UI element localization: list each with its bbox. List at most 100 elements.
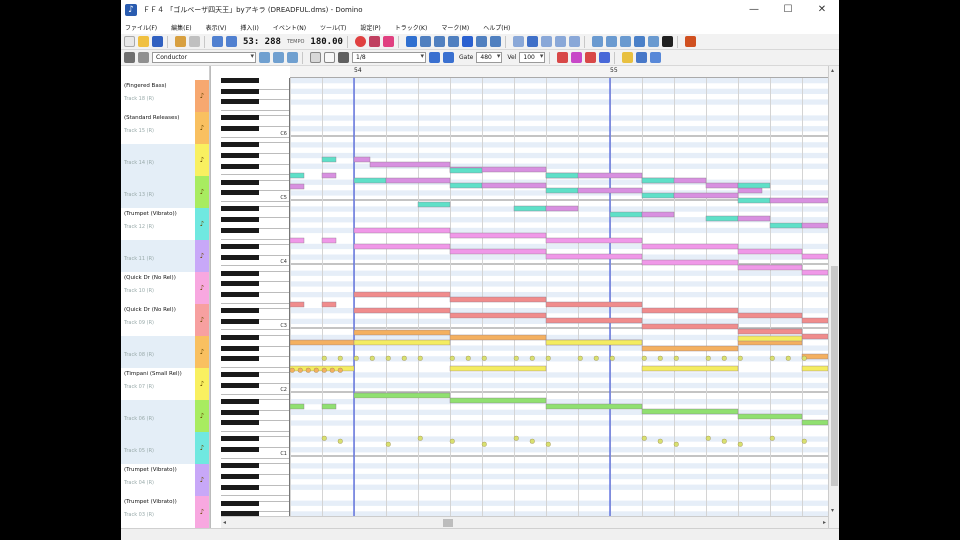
- track-list-item[interactable]: (Standard Releases) Track 15 (R) ♪: [121, 112, 210, 144]
- midi-note[interactable]: [577, 187, 643, 194]
- short-midi-note[interactable]: [529, 438, 535, 444]
- short-midi-note[interactable]: [321, 355, 327, 361]
- short-midi-note[interactable]: [801, 355, 807, 361]
- quantize-1-icon[interactable]: [512, 36, 524, 47]
- black-key[interactable]: [221, 484, 259, 490]
- short-midi-note[interactable]: [449, 438, 455, 444]
- midi-note[interactable]: [353, 307, 451, 314]
- black-key[interactable]: [221, 190, 259, 196]
- piano-roll-grid[interactable]: [290, 78, 828, 516]
- short-midi-note[interactable]: [313, 367, 319, 373]
- filter-red-icon[interactable]: [585, 52, 597, 63]
- scroll-left-icon[interactable]: ◂: [223, 519, 226, 526]
- mark-icon[interactable]: [382, 36, 394, 47]
- midi-note[interactable]: [321, 156, 337, 163]
- midi-note[interactable]: [769, 222, 803, 229]
- filter-blue-icon[interactable]: [599, 52, 611, 63]
- piano-icon[interactable]: [124, 52, 135, 63]
- rewind-start-icon[interactable]: [419, 36, 431, 47]
- short-midi-note[interactable]: [673, 441, 679, 447]
- scroll-right-icon[interactable]: ▸: [823, 519, 826, 526]
- track-mute-icon[interactable]: ♪: [198, 252, 206, 260]
- midi-note[interactable]: [449, 365, 547, 372]
- black-key[interactable]: [221, 163, 259, 169]
- midi-note[interactable]: [321, 237, 337, 244]
- quantize-3-icon[interactable]: [540, 36, 552, 47]
- midi-note[interactable]: [545, 237, 643, 244]
- track-list-item[interactable]: Track 05 (R) ♪: [121, 432, 210, 464]
- midi-note[interactable]: [737, 312, 803, 319]
- track-list-item[interactable]: (Timpani (Small Rel)) Track 07 (R) ♪: [121, 368, 210, 400]
- midi-note[interactable]: [705, 215, 739, 222]
- midi-note[interactable]: [545, 187, 579, 194]
- menu-help[interactable]: ヘルプ(H): [479, 23, 510, 32]
- short-midi-note[interactable]: [657, 355, 663, 361]
- forward-end-icon[interactable]: [489, 36, 501, 47]
- midi-note[interactable]: [353, 243, 451, 250]
- black-key[interactable]: [221, 217, 259, 223]
- view-track-icon[interactable]: [619, 36, 631, 47]
- track-mute-icon[interactable]: ♪: [198, 188, 206, 196]
- short-midi-note[interactable]: [641, 435, 647, 441]
- piano-roll-canvas[interactable]: [290, 78, 828, 516]
- black-key[interactable]: [221, 126, 259, 132]
- midi-note[interactable]: [641, 365, 739, 372]
- midi-note[interactable]: [737, 197, 771, 204]
- print-icon[interactable]: [175, 36, 186, 47]
- short-midi-note[interactable]: [417, 435, 423, 441]
- midi-note[interactable]: [290, 183, 305, 190]
- short-midi-note[interactable]: [305, 367, 311, 373]
- black-key[interactable]: [221, 227, 259, 233]
- short-midi-note[interactable]: [641, 355, 647, 361]
- zoom-reset-icon[interactable]: [287, 52, 298, 63]
- short-midi-note[interactable]: [385, 355, 391, 361]
- short-midi-note[interactable]: [481, 441, 487, 447]
- maximize-button[interactable]: ☐: [771, 0, 805, 20]
- midi-note[interactable]: [641, 211, 675, 218]
- record-icon[interactable]: [354, 36, 366, 47]
- black-key[interactable]: [221, 473, 259, 479]
- auto-scroll-icon[interactable]: [429, 52, 440, 63]
- track-mute-icon[interactable]: ♪: [198, 476, 206, 484]
- midi-note[interactable]: [641, 243, 739, 250]
- black-key[interactable]: [221, 88, 259, 94]
- short-midi-note[interactable]: [385, 441, 391, 447]
- track-mute-icon[interactable]: ♪: [198, 508, 206, 516]
- vertical-scrollbar[interactable]: ▴ ▾: [828, 66, 839, 528]
- horizontal-scrollbar[interactable]: ◂ ▸: [221, 516, 828, 528]
- short-midi-note[interactable]: [769, 355, 775, 361]
- midi-note[interactable]: [801, 317, 828, 324]
- short-midi-note[interactable]: [297, 367, 303, 373]
- short-midi-note[interactable]: [401, 355, 407, 361]
- stop-icon[interactable]: [447, 36, 459, 47]
- midi-note[interactable]: [737, 187, 763, 194]
- black-key[interactable]: [221, 345, 259, 351]
- midi-note[interactable]: [737, 335, 803, 342]
- midi-note[interactable]: [769, 197, 828, 204]
- midi-note[interactable]: [737, 248, 803, 255]
- short-midi-note[interactable]: [465, 355, 471, 361]
- black-key[interactable]: [221, 382, 259, 388]
- midi-note[interactable]: [545, 301, 643, 308]
- short-midi-note[interactable]: [337, 438, 343, 444]
- short-midi-note[interactable]: [801, 438, 807, 444]
- loop-icon[interactable]: [405, 36, 417, 47]
- midi-note[interactable]: [545, 317, 643, 324]
- black-key[interactable]: [221, 318, 259, 324]
- short-midi-note[interactable]: [513, 435, 519, 441]
- track-mute-icon[interactable]: ♪: [198, 316, 206, 324]
- midi-note[interactable]: [353, 291, 451, 298]
- menu-event[interactable]: イベント(N): [269, 23, 306, 32]
- tablet-icon[interactable]: [650, 52, 662, 63]
- menu-mark[interactable]: マーク(M): [437, 23, 469, 32]
- horizontal-scroll-thumb[interactable]: [443, 519, 453, 527]
- midi-note[interactable]: [449, 248, 547, 255]
- short-midi-note[interactable]: [769, 435, 775, 441]
- short-midi-note[interactable]: [577, 355, 583, 361]
- midi-note[interactable]: [321, 403, 337, 410]
- midi-note[interactable]: [353, 156, 371, 163]
- midi-note[interactable]: [545, 205, 579, 212]
- new-file-icon[interactable]: [124, 36, 135, 47]
- short-midi-note[interactable]: [321, 435, 327, 441]
- track-mute-icon[interactable]: ♪: [198, 92, 206, 100]
